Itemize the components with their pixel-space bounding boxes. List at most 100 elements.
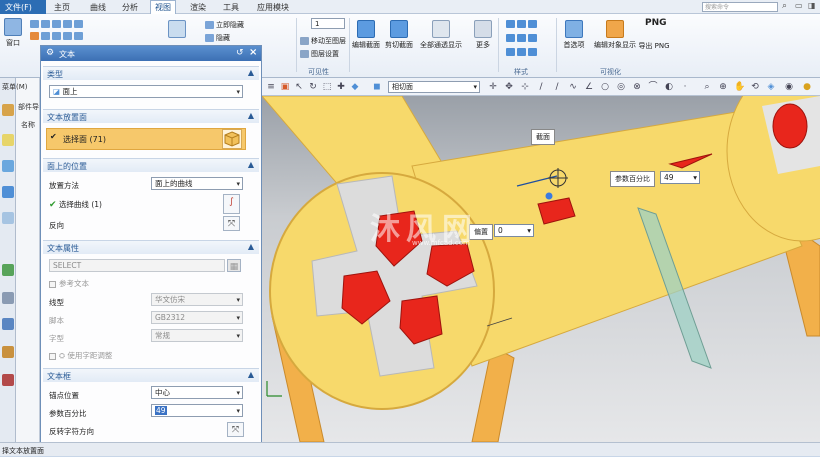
restore-icon[interactable]: ◨ <box>808 1 817 11</box>
intersect-icon[interactable]: ⊗ <box>632 82 642 92</box>
select-face-row[interactable]: ✔ 选择面 (71) <box>46 128 246 150</box>
center-icon[interactable]: ◎ <box>616 82 626 92</box>
display-icon[interactable]: ◉ <box>784 82 794 92</box>
face-filter-icon[interactable]: ◼ <box>372 82 382 92</box>
menu-tools[interactable]: 工具 <box>223 2 239 13</box>
part-navigator-icon[interactable] <box>2 104 14 116</box>
history-icon[interactable] <box>2 292 14 304</box>
gear-icon[interactable]: ⚙ <box>46 48 54 58</box>
process-studio-icon[interactable] <box>2 346 14 358</box>
pan-icon[interactable]: ✋ <box>734 82 745 92</box>
param-percent-float-input[interactable]: 49 ▾ <box>660 171 700 184</box>
select-all-icon[interactable]: ✚ <box>336 82 346 92</box>
view-icon-grid[interactable] <box>30 20 85 28</box>
type-select[interactable]: ◪ 面上 ▾ <box>49 85 243 98</box>
constraint-icon[interactable] <box>2 160 14 172</box>
export-png-button[interactable]: 导出 PNG <box>638 41 670 51</box>
text-input[interactable]: SELECT <box>49 259 225 272</box>
menu-curve[interactable]: 曲线 <box>90 2 106 13</box>
menu-label[interactable]: 菜单(M) <box>2 82 28 92</box>
view-icon-grid-2[interactable] <box>30 32 85 40</box>
clip-section-button[interactable]: 剪切截面 <box>383 20 415 50</box>
style-icons-row2[interactable] <box>506 34 539 42</box>
move-to-layer[interactable]: 移动至图层 <box>300 36 346 46</box>
zoom-fit-icon[interactable]: ⌕ <box>702 82 712 92</box>
angle-icon[interactable]: ∠ <box>584 82 594 92</box>
layer-settings[interactable]: 图层设置 <box>300 49 339 59</box>
menu-view[interactable]: 视图 <box>150 0 176 14</box>
placement-method-select[interactable]: 面上的曲线 ▾ <box>151 177 243 190</box>
curve-point-icon[interactable]: ∿ <box>568 82 578 92</box>
orient-icon[interactable]: ⟲ <box>750 82 760 92</box>
placement-face-section-header[interactable]: 文本放置面 ▲ <box>43 109 259 123</box>
assembly-navigator-icon[interactable] <box>2 134 14 146</box>
reverse-char-dir-button[interactable]: ⤧ <box>227 422 244 437</box>
menu-home[interactable]: 主页 <box>54 2 70 13</box>
snap-point-icon[interactable]: ✛ <box>488 82 498 92</box>
curve-pick-button[interactable]: ∫ <box>223 194 240 214</box>
render-style-icon[interactable]: ◈ <box>766 82 776 92</box>
window-button[interactable]: 窗口 <box>2 18 24 48</box>
light-icon[interactable]: ● <box>802 82 812 92</box>
rotate-icon[interactable]: ↻ <box>308 82 318 92</box>
layer-select[interactable]: 1 <box>311 18 345 29</box>
web-browser-icon[interactable] <box>2 264 14 276</box>
snap-icon[interactable]: ▣ <box>280 82 290 92</box>
tangent-icon[interactable]: ⌒ <box>648 82 658 92</box>
attributes-section-header[interactable]: 文本属性 ▲ <box>43 240 259 254</box>
reference-text-checkbox[interactable]: 参考文本 <box>49 278 89 289</box>
cube-icon[interactable]: ◆ <box>350 82 360 92</box>
select-curve-row[interactable]: ✔ 选择曲线 (1) <box>49 199 102 210</box>
close-icon[interactable]: × <box>249 47 257 58</box>
offset-float-input[interactable]: 0 ▾ <box>494 224 534 237</box>
reuse-library-icon[interactable] <box>2 186 14 198</box>
script-label: 脚本 <box>49 316 64 325</box>
end-point-icon[interactable]: / <box>536 82 546 92</box>
edit-object-display-button[interactable]: 编辑对象显示 <box>591 20 639 50</box>
menu-render[interactable]: 渲染 <box>190 2 206 13</box>
style-icons-row3[interactable] <box>506 48 539 56</box>
menu-file[interactable]: 文件(F) <box>0 0 46 14</box>
hd3d-icon[interactable] <box>2 212 14 224</box>
face-cube-button[interactable] <box>222 129 242 149</box>
line-point-icon[interactable]: ∕ <box>552 82 562 92</box>
edit-section-button[interactable]: 编辑截面 <box>350 20 382 50</box>
type-section-header[interactable]: 类型 ▲ <box>43 66 259 80</box>
text-settings-button[interactable]: ▦ <box>227 259 241 272</box>
quadrant-icon[interactable]: ◐ <box>664 82 674 92</box>
face-rule-select[interactable]: 相切面 ▾ <box>388 81 480 93</box>
line-type-select[interactable]: 华文仿宋 ▾ <box>151 293 243 306</box>
point-icon[interactable]: · <box>680 82 690 92</box>
menu-applications[interactable]: 应用模块 <box>257 2 289 13</box>
minimize-icon[interactable]: ▭ <box>795 1 804 11</box>
anchor-select[interactable]: 中心 ▾ <box>151 386 243 399</box>
mid-point-icon[interactable]: ⊹ <box>520 82 530 92</box>
system-materials-icon[interactable] <box>2 318 14 330</box>
search-input[interactable]: 搜索命令 <box>702 2 778 12</box>
reposition-button[interactable] <box>163 20 191 40</box>
reverse-direction-button[interactable]: ⤧ <box>223 216 240 231</box>
roles-icon[interactable] <box>2 374 14 386</box>
more-button[interactable]: 更多 <box>471 20 495 50</box>
all-transparent-button[interactable]: 全部通透显示 <box>417 20 465 50</box>
circle-point-icon[interactable]: ○ <box>600 82 610 92</box>
zoom-icon[interactable]: ⊕ <box>718 82 728 92</box>
style-icons-row1[interactable] <box>506 20 539 28</box>
glyph-select[interactable]: 常规 ▾ <box>151 329 243 342</box>
graphics-viewport[interactable]: 截面 参数百分比 49 ▾ 偏置 0 ▾ 沐风网 www.mfcad.com <box>262 96 820 442</box>
menu-icon[interactable]: ≡ <box>266 82 276 92</box>
script-select[interactable]: GB2312 ▾ <box>151 311 243 324</box>
select-box-icon[interactable]: ⬚ <box>322 82 332 92</box>
kerning-checkbox[interactable]: ⛭ 使用字距调整 <box>49 350 112 361</box>
param-percent-input[interactable]: 49 ▾ <box>151 404 243 417</box>
move-icon[interactable]: ✥ <box>504 82 514 92</box>
cursor-icon[interactable]: ↖ <box>294 82 304 92</box>
hide-now-item[interactable]: 立即隐藏 <box>205 20 244 30</box>
frame-section-header[interactable]: 文本框 ▲ <box>43 368 259 382</box>
reset-icon[interactable]: ↺ <box>236 48 244 58</box>
position-section-header[interactable]: 面上的位置 ▲ <box>43 158 259 172</box>
search-icon[interactable]: ⌕ <box>782 1 787 11</box>
menu-analysis[interactable]: 分析 <box>122 2 138 13</box>
hide-item[interactable]: 隐藏 <box>205 33 230 43</box>
preferences-button[interactable]: 首选项 <box>558 20 590 50</box>
